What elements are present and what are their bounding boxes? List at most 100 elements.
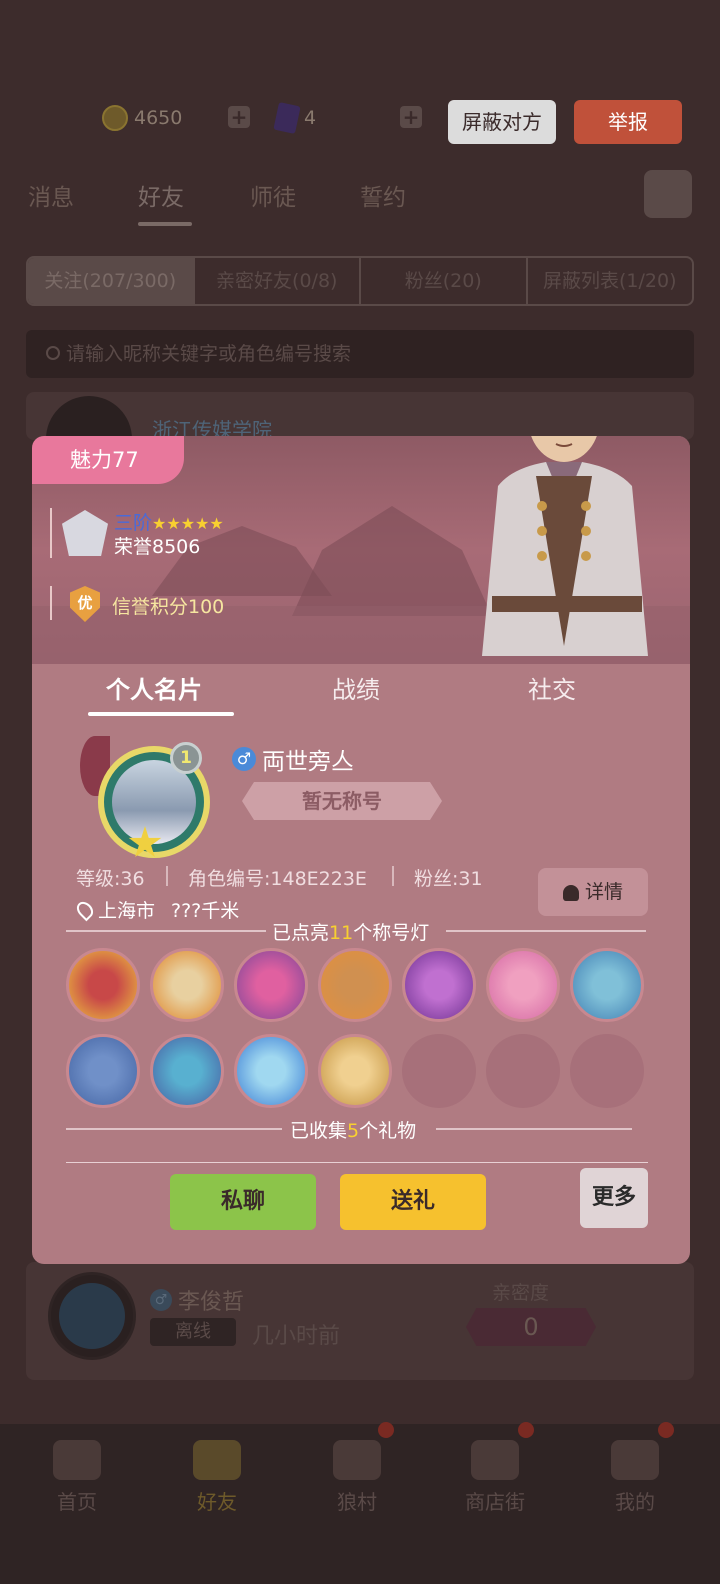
avatar (48, 1272, 136, 1360)
block-button[interactable]: 屏蔽对方 (448, 100, 556, 144)
notification-dot (378, 1422, 394, 1438)
nav-friends[interactable]: 好友 (172, 1440, 262, 1515)
werewolf-badge-icon[interactable] (66, 948, 140, 1022)
tab-oath[interactable]: 誓约 (360, 178, 406, 212)
seer-badge-icon[interactable] (402, 948, 476, 1022)
divider (392, 866, 394, 886)
home-icon (53, 1440, 101, 1480)
send-gift-button[interactable]: 送礼 (340, 1174, 486, 1230)
tab-mentors[interactable]: 师徒 (250, 178, 296, 212)
intimacy-label: 亲密度 (492, 1282, 550, 1304)
card-currency: 4 (273, 102, 317, 134)
character-portrait (452, 436, 682, 666)
nickname: 両世旁亼 (262, 749, 354, 775)
witch-badge-icon[interactable] (234, 948, 308, 1022)
wolf-king-badge-icon[interactable] (150, 948, 224, 1022)
empty-badge-slot (402, 1034, 476, 1108)
lamps-heading: 已点亮11个称号灯 (272, 922, 430, 944)
location-pin-icon (73, 898, 97, 921)
profile-icon (611, 1440, 659, 1480)
crystal-badge-icon[interactable] (150, 1034, 224, 1108)
nav-wolf-village[interactable]: 狼村 (312, 1440, 402, 1515)
gold-coin-icon (102, 105, 128, 131)
divider (50, 508, 52, 558)
segment-following[interactable]: 关注(207/300) (28, 258, 195, 304)
segment-fans[interactable]: 粉丝(20) (361, 258, 528, 304)
rank-stars: ★★★★★ (152, 514, 224, 533)
nav-home[interactable]: 首页 (32, 1440, 122, 1515)
tab-social[interactable]: 社交 (528, 670, 576, 705)
location-city: 上海市 (98, 900, 156, 922)
fans-stat: 粉丝:31 (414, 868, 483, 890)
notification-dot (518, 1422, 534, 1438)
guard-badge-icon[interactable] (318, 948, 392, 1022)
gold-amount: 4650 (134, 107, 183, 129)
list-item[interactable]: ♂ 李俊哲 离线 几小时前 亲密度 0 (26, 1262, 694, 1380)
gold-currency: 4650 (102, 104, 182, 132)
charm-badge: 魅力77 (32, 436, 184, 484)
nav-shop-street[interactable]: 商店街 (450, 1440, 540, 1515)
report-button[interactable]: 举报 (574, 100, 682, 144)
tab-indicator (138, 222, 192, 226)
notification-dot (658, 1422, 674, 1438)
status-badge: 离线 (150, 1318, 236, 1346)
segment-block-list[interactable]: 屏蔽列表(1/20) (528, 258, 693, 304)
tab-messages[interactable]: 消息 (28, 178, 74, 212)
add-friend-icon[interactable] (644, 170, 692, 218)
intimacy-value: 0 (466, 1308, 596, 1346)
user-icon (562, 884, 579, 901)
level-stat: 等级:36 (76, 868, 145, 890)
last-seen: 几小时前 (252, 1324, 341, 1349)
male-icon: ♂ (150, 1289, 172, 1311)
card-amount: 4 (304, 107, 317, 129)
add-gold-button[interactable]: + (228, 106, 250, 128)
white-wolf-badge-icon[interactable] (570, 948, 644, 1022)
tab-friends[interactable]: 好友 (138, 178, 184, 212)
rank-name: 三阶 (114, 512, 153, 534)
tab-records[interactable]: 战绩 (332, 670, 380, 705)
private-chat-button[interactable]: 私聊 (170, 1174, 316, 1230)
lamps-count: 11 (329, 922, 354, 944)
gifts-count: 5 (347, 1120, 360, 1142)
friend-name-row: ♂ 李俊哲 (150, 1284, 244, 1316)
rank-row: 三阶★★★★★ (114, 508, 224, 535)
knight-badge-icon[interactable] (318, 1034, 392, 1108)
divider (436, 1128, 632, 1130)
level-badge: 1 (170, 742, 202, 774)
segment-close-friends[interactable]: 亲密好友(0/8) (195, 258, 361, 304)
village-icon (333, 1440, 381, 1480)
divider (446, 930, 646, 932)
divider (50, 586, 52, 620)
cupid-badge-icon[interactable] (486, 948, 560, 1022)
time-badge-icon[interactable] (66, 1034, 140, 1108)
male-icon: ♂ (232, 747, 256, 771)
credit-score: 信誉积分100 (112, 596, 225, 618)
divider (66, 930, 266, 932)
tab-profile-card[interactable]: 个人名片 (106, 670, 202, 705)
role-id: 角色编号:148E223E (188, 868, 367, 890)
gifts-heading: 已收集5个礼物 (290, 1120, 417, 1142)
friends-icon (193, 1440, 241, 1480)
nickname-row: ♂ 両世旁亼 (232, 742, 354, 776)
eye-badge-icon[interactable] (234, 1034, 308, 1108)
empty-badge-slot (570, 1034, 644, 1108)
search-input[interactable]: 请输入昵称关键字或角色编号搜索 (26, 330, 694, 378)
location-row: 上海市 ???千米 (73, 896, 240, 923)
charm-value: 77 (112, 448, 139, 472)
shop-icon (471, 1440, 519, 1480)
friend-filter-segments: 关注(207/300) 亲密好友(0/8) 粉丝(20) 屏蔽列表(1/20) (26, 256, 694, 306)
distance: ???千米 (171, 900, 240, 922)
card-icon (273, 102, 301, 134)
add-card-button[interactable]: + (400, 106, 422, 128)
more-button[interactable]: 更多 (580, 1168, 648, 1228)
search-placeholder: 请输入昵称关键字或角色编号搜索 (66, 343, 352, 365)
list-item[interactable]: 浙江传媒学院 (26, 392, 694, 482)
tab-indicator (88, 712, 234, 716)
honor: 荣誉8506 (114, 536, 201, 558)
nav-mine[interactable]: 我的 (590, 1440, 680, 1515)
empty-badge-slot (486, 1034, 560, 1108)
search-icon (46, 346, 60, 360)
detail-button[interactable]: 详情 (538, 868, 648, 916)
profile-popup: 魅力77 三阶★★★★★ 荣誉8506 优 信誉积分100 个人名片 战绩 社交 (32, 436, 690, 1264)
title-badge[interactable]: 暂无称号 (242, 782, 442, 820)
